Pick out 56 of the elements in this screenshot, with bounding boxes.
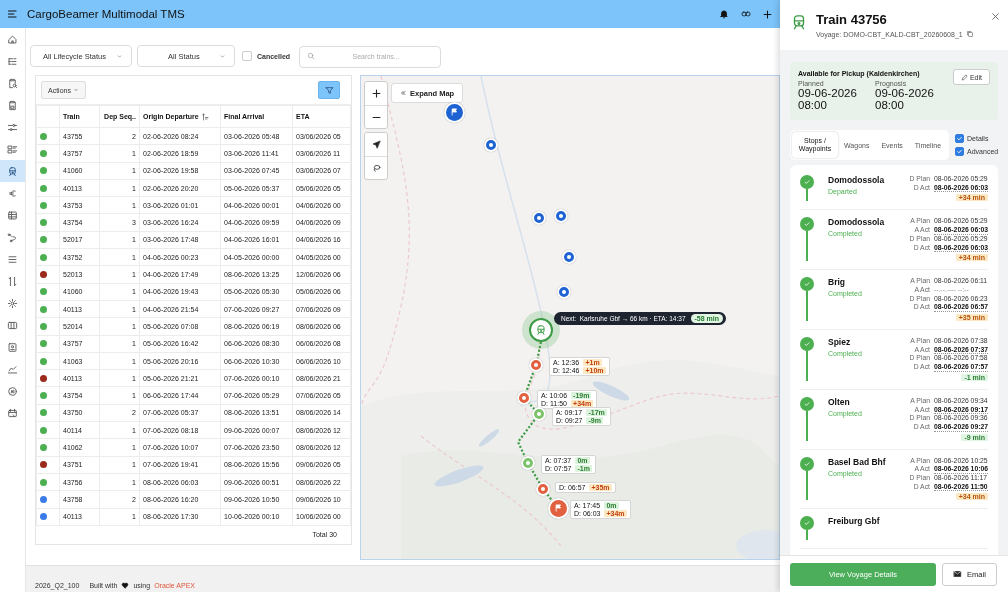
bell-icon[interactable]: [719, 9, 729, 19]
train-marker[interactable]: [522, 311, 560, 349]
flag-icon: [553, 503, 563, 513]
link-icon[interactable]: [740, 9, 752, 19]
transfer-icon: [7, 275, 18, 287]
route-icon: [7, 231, 18, 243]
stop-name: Domodossola: [828, 175, 885, 185]
search-icon: [307, 52, 316, 60]
date-value: 09-06-2026 08:00: [875, 87, 935, 111]
list-icon: [7, 55, 18, 67]
pencil-icon: [960, 73, 968, 81]
train-icon: [7, 165, 18, 177]
plus-icon: [371, 89, 381, 98]
panel-title: Train 43756: [816, 12, 888, 27]
clipboard-icon: [7, 99, 18, 111]
filter-icon: [324, 85, 334, 95]
chevron-icon: [72, 87, 79, 93]
heart-icon: [121, 582, 130, 589]
grid-icon: [7, 143, 18, 155]
clipboard-icon: [7, 77, 18, 89]
navigation-icon: [371, 140, 381, 149]
copy-icon[interactable]: [965, 30, 974, 38]
stop-name: Olten: [828, 396, 850, 407]
menu-icon[interactable]: [7, 8, 19, 20]
calendar-icon: [7, 407, 18, 419]
cancelled-checkbox[interactable]: [242, 51, 252, 61]
checkbox[interactable]: [955, 134, 965, 143]
settings-icon: [7, 297, 18, 309]
filter-button[interactable]: [318, 81, 340, 99]
envelope-icon: [953, 570, 963, 578]
chevron-icon: [116, 52, 123, 60]
sidebar-item[interactable]: [0, 160, 25, 182]
circle-icon: [7, 385, 18, 397]
stop-name: Spiez: [828, 337, 851, 348]
checkbox[interactable]: [955, 147, 965, 156]
stop-name: Domodossola: [828, 217, 885, 228]
chevrons-left-icon: [400, 90, 406, 96]
sliders-icon: [7, 121, 18, 133]
chart-icon: [7, 363, 18, 375]
train-icon: [535, 324, 547, 336]
lasso-icon: [371, 163, 381, 173]
home-icon: [7, 33, 18, 45]
date-value: 09-06-2026 08:00: [798, 87, 858, 111]
stop-name: Basel Bad Bhf: [828, 456, 886, 467]
plus-icon[interactable]: [763, 9, 772, 19]
stop-name: Brig: [828, 277, 845, 288]
menu-icon: [7, 253, 18, 265]
flag-icon: [449, 107, 459, 117]
euro-icon: [7, 187, 18, 199]
table-icon: [7, 209, 18, 221]
stop-name: Freiburg Gbf: [828, 516, 880, 527]
columns-icon: [7, 319, 18, 331]
app-title: CargoBeamer Multimodal TMS: [27, 8, 185, 20]
card-icon: [7, 341, 18, 353]
close-icon[interactable]: [991, 12, 1000, 21]
chevron-icon: [219, 52, 226, 60]
